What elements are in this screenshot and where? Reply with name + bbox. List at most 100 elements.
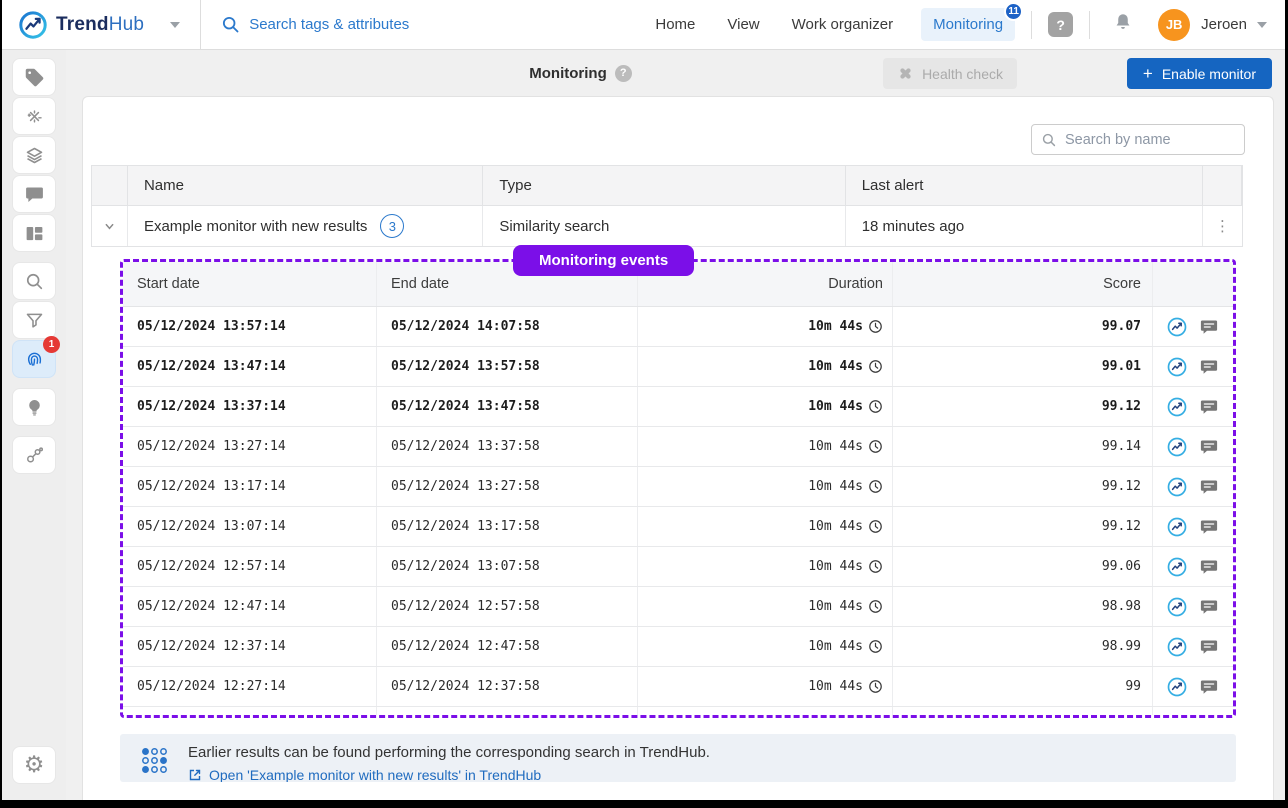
sidebar-item-enhance[interactable] — [12, 97, 56, 135]
clock-icon — [868, 639, 883, 654]
chat-icon — [24, 184, 45, 205]
sidebar-item-monitoring[interactable]: 1 — [12, 340, 56, 378]
search-by-name-input[interactable] — [1065, 132, 1235, 148]
clock-icon — [868, 599, 883, 614]
open-in-trendhub-icon[interactable] — [1167, 357, 1187, 377]
nav-monitoring[interactable]: Monitoring 11 — [921, 8, 1015, 41]
row-expander[interactable] — [92, 206, 128, 246]
event-row[interactable]: 05/12/2024 12:37:14 05/12/2024 12:47:58 … — [123, 627, 1233, 667]
event-end-date: 05/12/2024 12:47:58 — [377, 627, 638, 666]
nav-work-organizer[interactable]: Work organizer — [792, 16, 893, 33]
nav-view[interactable]: View — [727, 16, 759, 33]
event-duration: 10m 44s — [808, 399, 863, 414]
open-in-trendhub-icon[interactable] — [1167, 597, 1187, 617]
brand-logo[interactable]: TrendHub — [2, 10, 144, 40]
event-start-date: 05/12/2024 13:27:14 — [123, 427, 377, 466]
event-score: 99 — [893, 667, 1153, 706]
user-avatar[interactable]: JB — [1158, 9, 1190, 41]
results-grid-icon — [141, 747, 168, 774]
sidebar-item-comments[interactable] — [12, 175, 56, 213]
event-duration: 10m 44s — [808, 519, 863, 534]
event-start-date: 05/12/2024 13:47:14 — [123, 347, 377, 386]
event-row[interactable]: 05/12/2024 13:37:14 05/12/2024 13:47:58 … — [123, 387, 1233, 427]
comment-icon[interactable] — [1199, 397, 1219, 417]
event-row[interactable]: 05/12/2024 13:27:14 05/12/2024 13:37:58 … — [123, 427, 1233, 467]
tag-icon — [24, 67, 45, 88]
nodes-icon — [24, 445, 45, 466]
global-search[interactable]: Search tags & attributes — [221, 15, 409, 34]
clock-icon — [868, 359, 883, 374]
page-help-icon[interactable]: ? — [615, 65, 632, 82]
comment-icon[interactable] — [1199, 477, 1219, 497]
monitor-row[interactable]: Example monitor with new results 3 Simil… — [92, 206, 1242, 247]
health-check-button[interactable]: Health check — [883, 58, 1017, 89]
help-button[interactable]: ? — [1048, 12, 1073, 37]
nav-home[interactable]: Home — [655, 16, 695, 33]
health-check-label: Health check — [922, 66, 1003, 82]
clock-icon — [868, 679, 883, 694]
brand-caret-icon[interactable] — [170, 22, 180, 28]
sidebar-item-settings[interactable]: ⚙ — [12, 746, 56, 784]
event-score: 99.01 — [893, 347, 1153, 386]
event-duration: 10m 44s — [808, 559, 863, 574]
app-window: TrendHub Search tags & attributes Home V… — [2, 0, 1285, 800]
trendhub-logo-icon — [18, 10, 48, 40]
user-menu-caret-icon[interactable] — [1257, 22, 1267, 28]
notifications-button[interactable] — [1112, 11, 1134, 38]
enable-monitor-button[interactable]: + Enable monitor — [1127, 58, 1272, 89]
sidebar-item-filter[interactable] — [12, 301, 56, 339]
sidebar-item-ideas[interactable] — [12, 388, 56, 426]
comment-icon[interactable] — [1199, 357, 1219, 377]
event-row[interactable]: 05/12/2024 13:07:14 05/12/2024 13:17:58 … — [123, 507, 1233, 547]
open-in-trendhub-icon[interactable] — [1167, 397, 1187, 417]
earlier-results-text: Earlier results can be found performing … — [188, 744, 710, 761]
open-in-trendhub-icon[interactable] — [1167, 317, 1187, 337]
search-icon — [24, 271, 45, 292]
clock-icon — [868, 319, 883, 334]
comment-icon[interactable] — [1199, 637, 1219, 657]
monitors-table-header: Name Type Last alert — [92, 166, 1242, 206]
sidebar-item-layers[interactable] — [12, 136, 56, 174]
event-start-date: 05/12/2024 12:37:14 — [123, 627, 377, 666]
filter-icon — [24, 310, 45, 331]
sidebar-item-dashboard[interactable] — [12, 214, 56, 252]
monitoring-events-label: Monitoring events — [513, 245, 694, 276]
open-in-trendhub-icon[interactable] — [1167, 557, 1187, 577]
event-start-date: 05/12/2024 12:57:14 — [123, 547, 377, 586]
comment-icon[interactable] — [1199, 517, 1219, 537]
open-in-trendhub-icon[interactable] — [1167, 477, 1187, 497]
comment-icon[interactable] — [1199, 597, 1219, 617]
fingerprint-icon — [24, 349, 45, 370]
comment-icon[interactable] — [1199, 677, 1219, 697]
open-monitor-link[interactable]: Open 'Example monitor with new results' … — [188, 767, 710, 782]
event-start-date: 05/12/2024 13:37:14 — [123, 387, 377, 426]
event-row[interactable]: 05/12/2024 13:47:14 05/12/2024 13:57:58 … — [123, 347, 1233, 387]
event-row[interactable]: 05/12/2024 13:17:14 05/12/2024 13:27:58 … — [123, 467, 1233, 507]
clock-icon — [868, 479, 883, 494]
event-row[interactable]: 05/12/2024 12:47:14 05/12/2024 12:57:58 … — [123, 587, 1233, 627]
comment-icon[interactable] — [1199, 437, 1219, 457]
earlier-results-note: Earlier results can be found performing … — [120, 734, 1236, 782]
open-in-trendhub-icon[interactable] — [1167, 677, 1187, 697]
comment-icon[interactable] — [1199, 557, 1219, 577]
event-row[interactable]: 05/12/2024 12:27:14 05/12/2024 12:37:58 … — [123, 667, 1233, 707]
event-row[interactable]: 05/12/2024 12:57:14 05/12/2024 13:07:58 … — [123, 547, 1233, 587]
event-row[interactable]: 05/12/2024 13:57:14 05/12/2024 14:07:58 … — [123, 307, 1233, 347]
event-end-date: 05/12/2024 14:07:58 — [377, 307, 638, 346]
brand-name: TrendHub — [56, 14, 144, 36]
search-by-name-field[interactable] — [1031, 124, 1245, 155]
comment-icon[interactable] — [1199, 317, 1219, 337]
monitor-last-alert: 18 minutes ago — [846, 206, 1203, 246]
event-duration: 10m 44s — [808, 319, 863, 334]
sidebar-item-tags[interactable] — [12, 58, 56, 96]
row-menu-button[interactable]: ⋮ — [1215, 224, 1230, 229]
sidebar-item-search[interactable] — [12, 262, 56, 300]
chevron-down-icon — [104, 221, 115, 232]
events-rows: 05/12/2024 13:57:14 05/12/2024 14:07:58 … — [123, 307, 1233, 707]
score-column-header: Score — [893, 262, 1153, 306]
open-in-trendhub-icon[interactable] — [1167, 437, 1187, 457]
open-in-trendhub-icon[interactable] — [1167, 637, 1187, 657]
sidebar-item-graph[interactable] — [12, 436, 56, 474]
open-in-trendhub-icon[interactable] — [1167, 517, 1187, 537]
monitoring-alert-badge: 1 — [43, 336, 60, 353]
